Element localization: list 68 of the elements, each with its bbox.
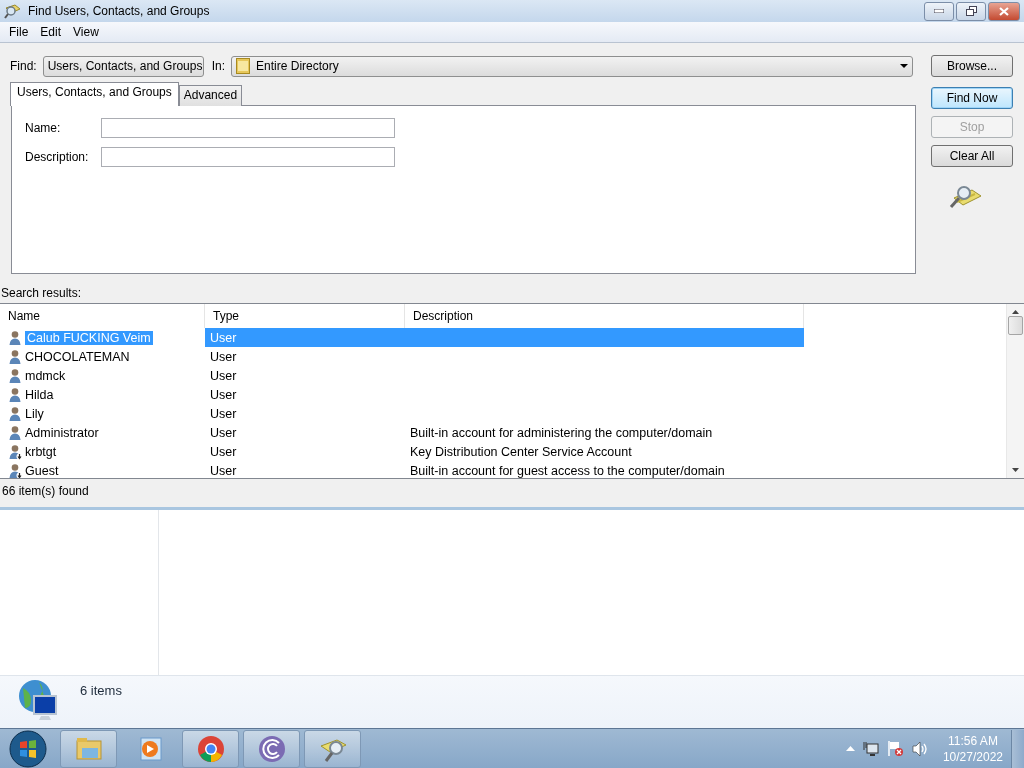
description-cell-text: Built-in account for administering the computer/domain (409, 424, 714, 442)
column-header[interactable]: Name (0, 304, 205, 328)
field-label: Name: (25, 121, 62, 135)
type-cell-text: User (209, 367, 238, 385)
type-cell-text: User (209, 424, 238, 442)
name-cell[interactable]: Guest (25, 463, 59, 478)
menu-item[interactable]: View (67, 25, 105, 39)
restore-icon (965, 6, 977, 16)
taskbar-button[interactable] (182, 729, 239, 768)
description-cell-text: Built-in account for guest access to the computer/domain (409, 462, 726, 478)
network-icon (862, 740, 879, 757)
find-label: Find: (10, 59, 37, 73)
user-icon (8, 424, 22, 441)
user-icon (8, 386, 22, 403)
input-field[interactable] (101, 118, 395, 138)
tab[interactable]: Advanced (178, 85, 243, 106)
input-field[interactable] (101, 147, 395, 167)
close-icon (999, 6, 1009, 16)
type-cell-text: User (209, 405, 238, 423)
action-button[interactable]: Find Now (931, 87, 1013, 109)
type-cell-text: User (209, 348, 238, 366)
type-cell-text: User (209, 386, 238, 404)
name-cell[interactable]: krbtgt (25, 444, 57, 459)
find-dropdown[interactable]: Users, Contacts, and Groups (42, 55, 204, 77)
type-cell-text: User (209, 443, 238, 461)
speaker-icon (911, 740, 929, 757)
window-title: Find Users, Contacts, and Groups (28, 4, 211, 18)
name-cell[interactable]: Hilda (25, 387, 54, 402)
minimize-icon (934, 9, 944, 13)
tab[interactable]: Users, Contacts, and Groups (10, 82, 179, 106)
taskbar-button[interactable] (243, 729, 300, 768)
name-cell[interactable]: Administrator (25, 425, 99, 440)
type-cell-text: User (209, 462, 238, 478)
dropdown-arrow-icon (900, 64, 908, 68)
action-button[interactable]: Clear All (931, 145, 1013, 167)
scroll-down-icon (1012, 468, 1019, 472)
windows-logo-icon (9, 729, 47, 768)
menu-item[interactable]: Edit (34, 25, 68, 39)
user-icon (8, 367, 22, 384)
in-dropdown[interactable]: Entire Directory (231, 55, 913, 77)
description-cell-text: Key Distribution Center Service Account (409, 443, 633, 461)
user-icon (8, 329, 22, 346)
taskbar-button[interactable] (304, 729, 361, 768)
close-button[interactable] (988, 1, 1020, 21)
user-icon (8, 405, 22, 422)
disabled-user-icon (8, 443, 22, 460)
scrollbar[interactable] (1006, 304, 1024, 478)
menu-item[interactable]: File (3, 25, 35, 39)
name-cell[interactable]: mdmck (25, 368, 66, 383)
browser-icon (195, 733, 226, 764)
show-desktop-button[interactable] (1011, 729, 1024, 768)
results-label: Search results: (0, 285, 83, 302)
user-icon (8, 348, 22, 365)
type-cell: User (205, 328, 405, 347)
field-label: Description: (25, 150, 90, 164)
in-label: In: (211, 59, 226, 73)
restore-button[interactable] (956, 1, 986, 21)
name-cell[interactable]: CHOCOLATEMAN (25, 349, 130, 364)
scroll-up-icon (1012, 310, 1019, 314)
scroll-thumb[interactable] (1008, 316, 1023, 335)
item-count: 6 items (80, 683, 122, 698)
swirl-icon (256, 733, 287, 764)
window-app-icon (4, 2, 22, 20)
show-hidden-icons-icon (845, 746, 855, 751)
browse-button[interactable]: Browse... (931, 55, 1013, 77)
flag-error-icon (886, 740, 904, 757)
name-cell[interactable]: Lily (25, 406, 44, 421)
directory-icon (236, 58, 251, 74)
